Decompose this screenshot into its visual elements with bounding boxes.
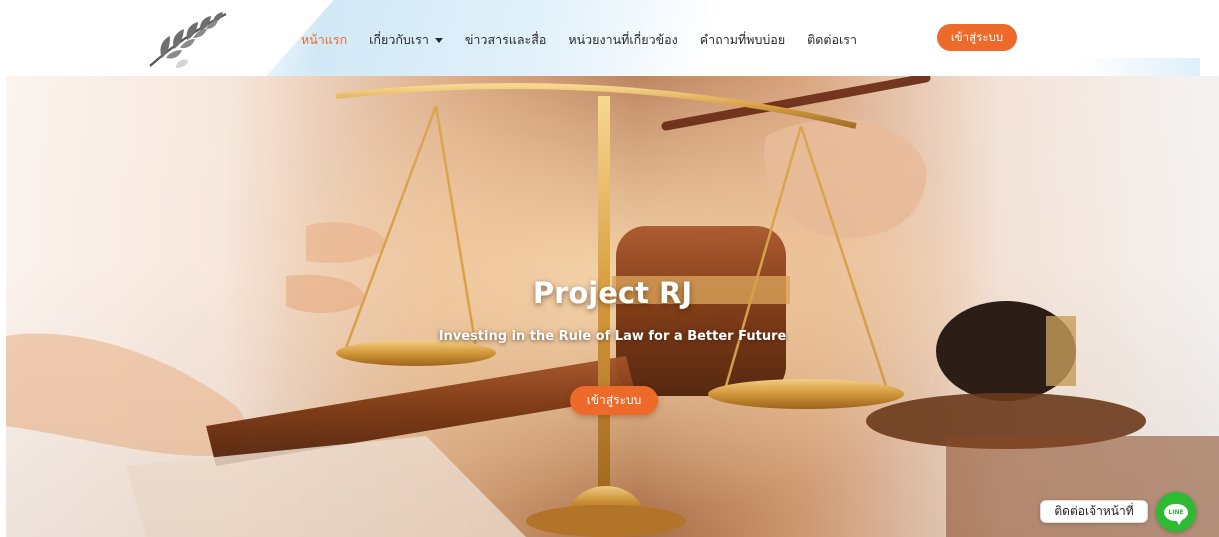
hero-login-button[interactable]: เข้าสู่ระบบ bbox=[570, 386, 658, 415]
line-chat-button[interactable]: LINE bbox=[1156, 492, 1196, 532]
hero-subtitle: Investing in the Rule of Law for a Bette… bbox=[438, 329, 787, 344]
contact-staff-label[interactable]: ติดต่อเจ้าหน้าที่ bbox=[1040, 500, 1148, 523]
main-nav: หน้าแรก เกี่ยวกับเรา ข่าวสารและสื่อ หน่ว… bbox=[301, 30, 857, 50]
line-icon-text: LINE bbox=[1168, 508, 1184, 516]
nav-about[interactable]: เกี่ยวกับเรา bbox=[369, 30, 443, 50]
nav-faq[interactable]: คำถามที่พบบ่อย bbox=[700, 30, 785, 50]
site-header: หน้าแรก เกี่ยวกับเรา ข่าวสารและสื่อ หน่ว… bbox=[0, 0, 1219, 76]
line-chat-icon: LINE bbox=[1164, 503, 1188, 525]
caret-down-icon bbox=[434, 37, 443, 43]
header-decoration-right bbox=[1080, 58, 1200, 76]
hero-title: Project RJ bbox=[532, 276, 693, 310]
hero-banner: Project RJ Investing in the Rule of Law … bbox=[6, 76, 1219, 537]
nav-home[interactable]: หน้าแรก bbox=[301, 30, 347, 50]
login-button[interactable]: เข้าสู่ระบบ bbox=[937, 24, 1017, 51]
nav-about-label: เกี่ยวกับเรา bbox=[369, 32, 429, 47]
laurel-branch-icon[interactable] bbox=[140, 8, 232, 70]
nav-contact[interactable]: ติดต่อเรา bbox=[807, 30, 857, 50]
nav-agencies[interactable]: หน่วยงานที่เกี่ยวข้อง bbox=[568, 30, 677, 50]
nav-news[interactable]: ข่าวสารและสื่อ bbox=[465, 30, 547, 50]
